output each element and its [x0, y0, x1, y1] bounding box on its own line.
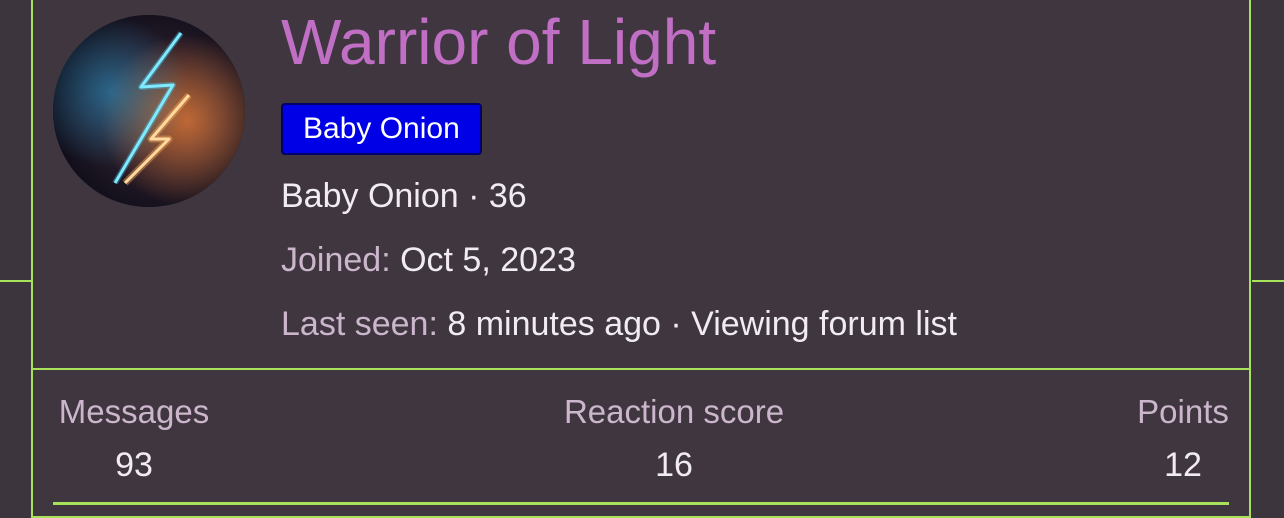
stat-value: 12	[1164, 446, 1202, 484]
card-divider	[33, 368, 1249, 370]
user-title-text: Baby Onion · 36	[281, 177, 527, 215]
user-title-line: Baby Onion · 36	[281, 176, 527, 216]
user-banner-badge: Baby Onion	[281, 103, 482, 155]
right-divider-line	[1252, 280, 1284, 282]
joined-label: Joined:	[281, 241, 391, 279]
joined-value: Oct 5, 2023	[400, 241, 576, 279]
badge-label: Baby Onion	[303, 112, 460, 145]
stat-points[interactable]: Points 12	[1133, 392, 1233, 485]
last-seen-line: Last seen: 8 minutes ago · Viewing forum…	[281, 304, 957, 344]
stat-label: Reaction score	[563, 393, 785, 430]
stat-messages[interactable]: Messages 93	[53, 392, 215, 485]
bottom-divider	[53, 502, 1229, 505]
stat-label: Messages	[58, 393, 210, 430]
avatar[interactable]	[53, 15, 245, 207]
stat-value: 16	[655, 446, 693, 484]
stat-label: Points	[1137, 393, 1229, 430]
neon-lightning-bolt-icon	[53, 15, 245, 207]
last-seen-label: Last seen:	[281, 305, 438, 343]
stat-reaction-score[interactable]: Reaction score 16	[554, 392, 794, 485]
username[interactable]: Warrior of Light	[281, 2, 716, 82]
stat-value: 93	[115, 446, 153, 484]
last-seen-value: 8 minutes ago · Viewing forum list	[447, 305, 957, 343]
joined-line: Joined: Oct 5, 2023	[281, 240, 576, 280]
left-divider-line	[0, 280, 32, 282]
member-tooltip-card: Warrior of Light Baby Onion Baby Onion ·…	[31, 0, 1251, 518]
